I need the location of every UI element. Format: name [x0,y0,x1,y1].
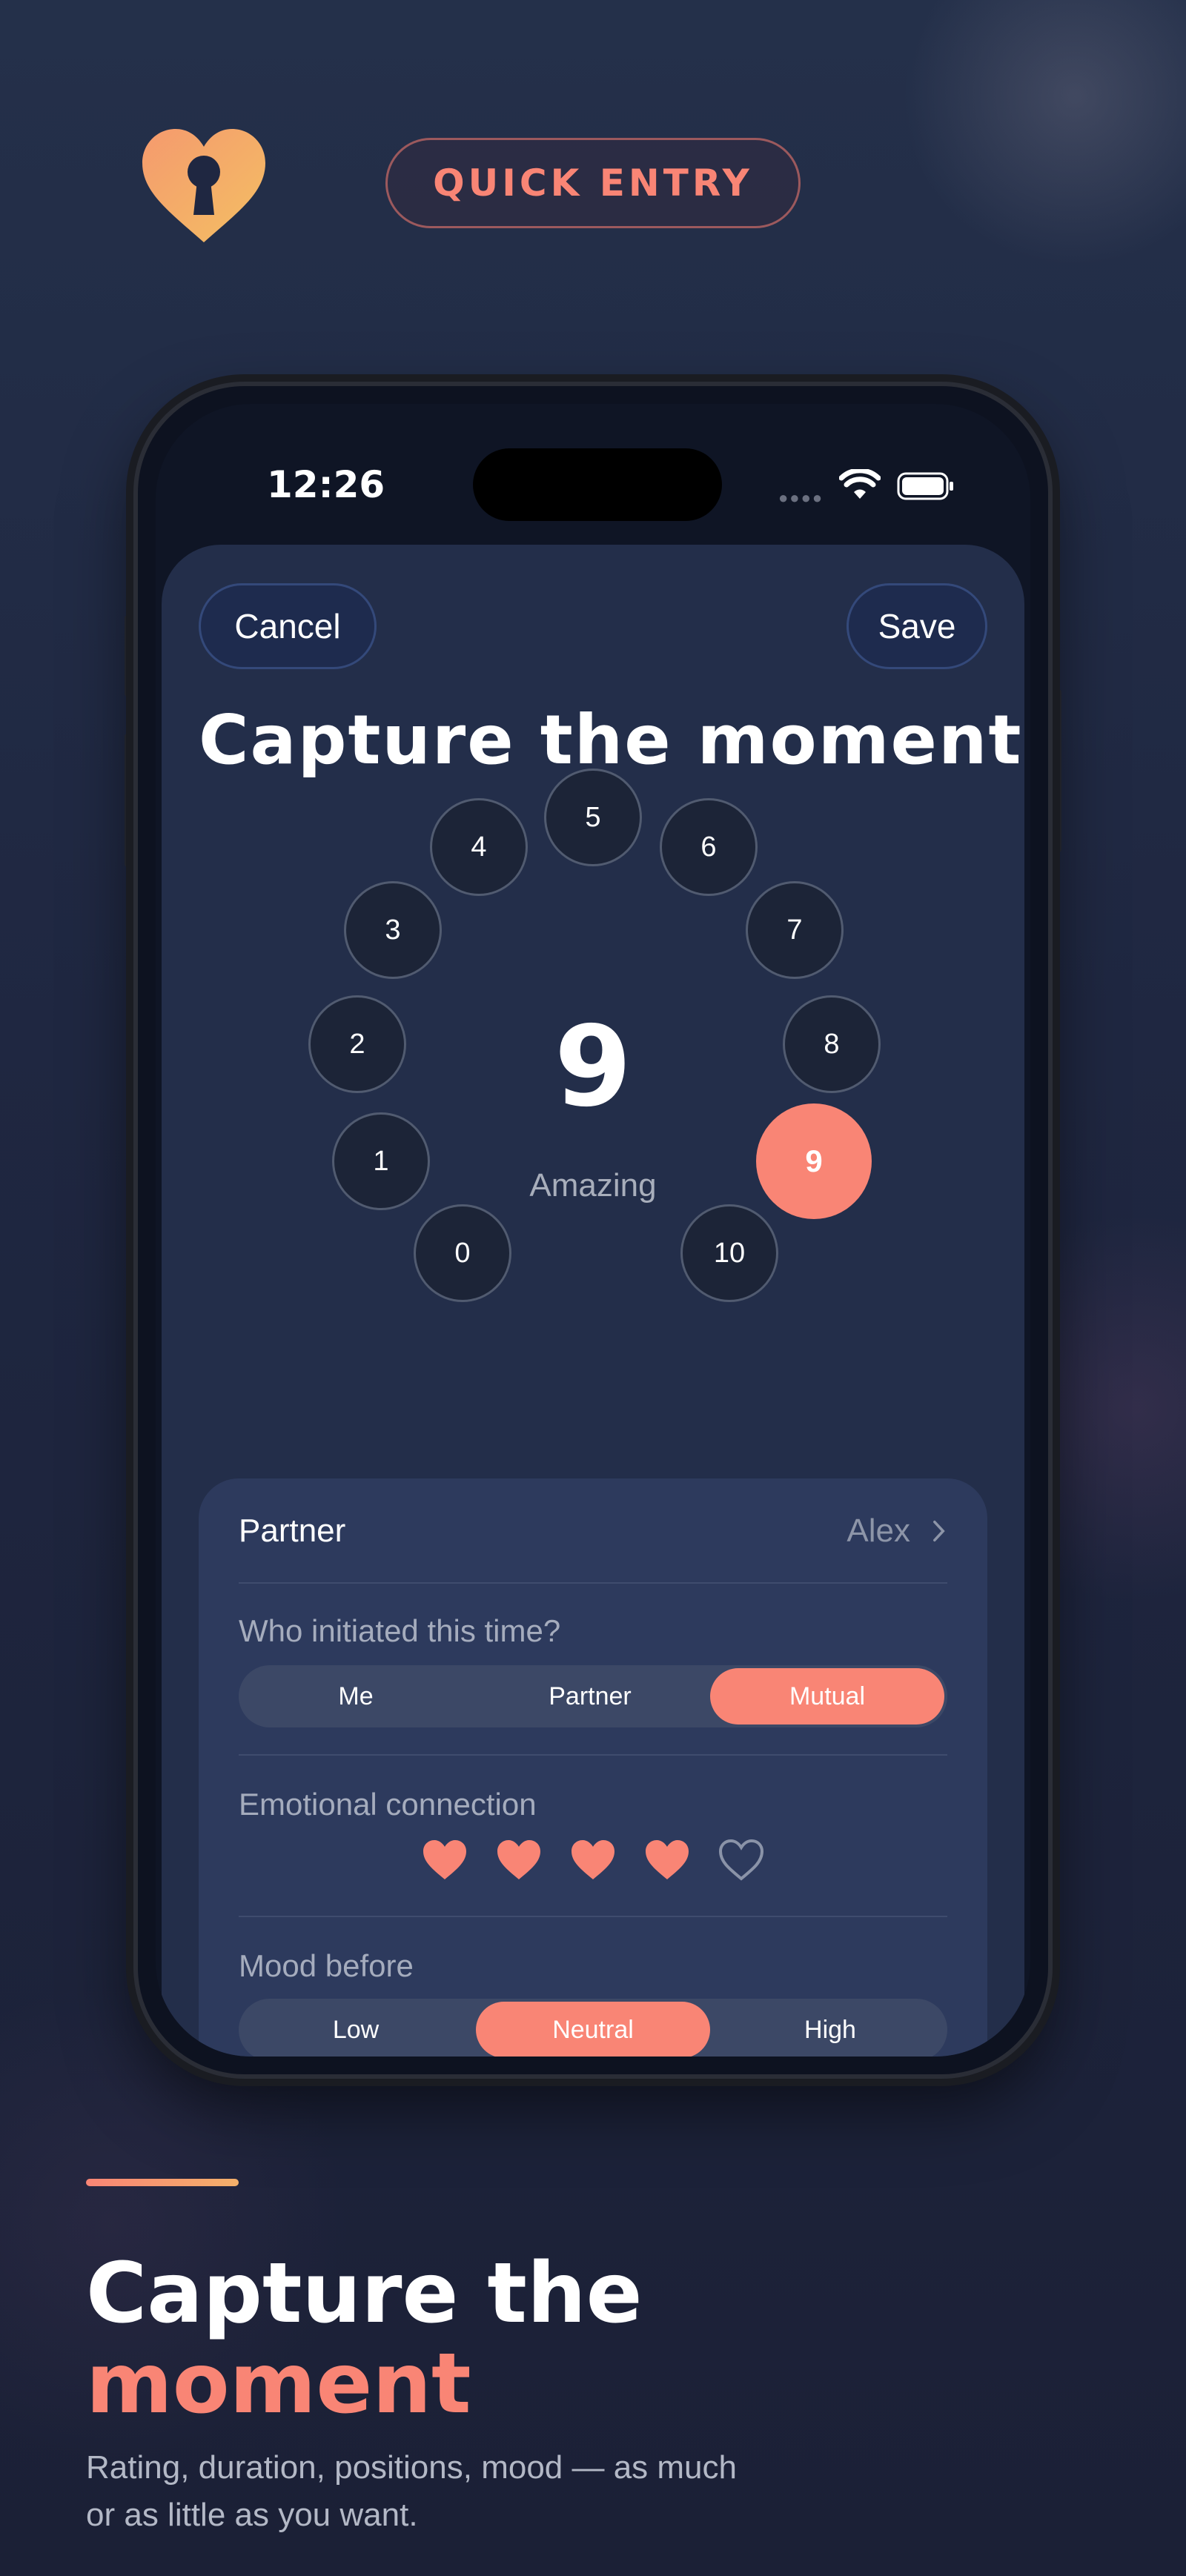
partner-row[interactable]: Partner Alex [199,1478,987,1582]
initiator-option-partner[interactable]: Partner [473,1665,707,1727]
divider [239,1582,947,1584]
phone-action-button [125,615,132,697]
mood-option-neutral[interactable]: Neutral [476,2002,710,2057]
rating-value: 9 [554,1003,632,1132]
rating-option-5[interactable]: 5 [544,769,642,866]
partner-value: Alex [847,1513,910,1549]
mood-option-high[interactable]: High [713,1999,947,2057]
connection-rating [199,1839,987,1882]
phone-frame: 12:26 ●●●● Cancel Save Capture the momen… [133,382,1053,2079]
rating-option-0[interactable]: 0 [414,1204,511,1302]
heart-filled-icon[interactable] [570,1839,616,1882]
dynamic-island [473,448,722,521]
partner-label: Partner [239,1513,346,1549]
rating-option-4[interactable]: 4 [430,798,528,896]
heart-filled-icon[interactable] [644,1839,690,1882]
phone-screen: 12:26 ●●●● Cancel Save Capture the momen… [156,404,1030,2057]
wifi-icon [839,469,881,499]
initiator-segmented-control: Me Partner Mutual [239,1665,947,1727]
rating-option-1[interactable]: 1 [332,1112,430,1210]
promo-subtitle: Rating, duration, positions, mood — as m… [86,2449,738,2533]
divider [239,1754,947,1756]
entry-sheet: Cancel Save Capture the moment 0 1 2 3 4… [162,545,1024,2057]
mood-segmented-control: Low Neutral High [239,1999,947,2057]
headline-line-1: Capture the [86,2245,643,2342]
accent-line [86,2179,239,2186]
heart-outline-icon[interactable] [718,1839,764,1882]
signal-icon: ●●●● [778,488,824,507]
phone-volume-up-button [125,734,132,867]
initiator-label: Who initiated this time? [239,1613,561,1648]
phone-power-button [1054,689,1061,852]
chevron-right-icon [933,1520,945,1542]
rating-option-3[interactable]: 3 [344,881,442,979]
quick-entry-badge: QUICK ENTRY [385,138,801,228]
status-time: 12:26 [267,463,385,506]
heart-keyhole-logo-icon [142,129,265,242]
divider [239,1916,947,1917]
rating-option-2[interactable]: 2 [308,995,406,1093]
rating-option-8[interactable]: 8 [783,995,881,1093]
rating-option-9-selected[interactable]: 9 [756,1103,872,1219]
rating-option-7[interactable]: 7 [746,881,844,979]
heart-filled-icon[interactable] [422,1839,468,1882]
rating-option-6[interactable]: 6 [660,798,758,896]
initiator-option-mutual[interactable]: Mutual [710,1668,944,1724]
rating-descriptor: Amazing [529,1167,657,1204]
headline-line-2: moment [86,2336,471,2432]
initiator-option-me[interactable]: Me [239,1665,473,1727]
battery-icon [897,472,953,500]
details-card: Partner Alex Who initiated this time? Me… [199,1478,987,2057]
heart-filled-icon[interactable] [496,1839,542,1882]
mood-label: Mood before [239,1948,414,1983]
mood-option-low[interactable]: Low [239,1999,473,2057]
connection-label: Emotional connection [239,1787,537,1822]
rating-option-10[interactable]: 10 [680,1204,778,1302]
